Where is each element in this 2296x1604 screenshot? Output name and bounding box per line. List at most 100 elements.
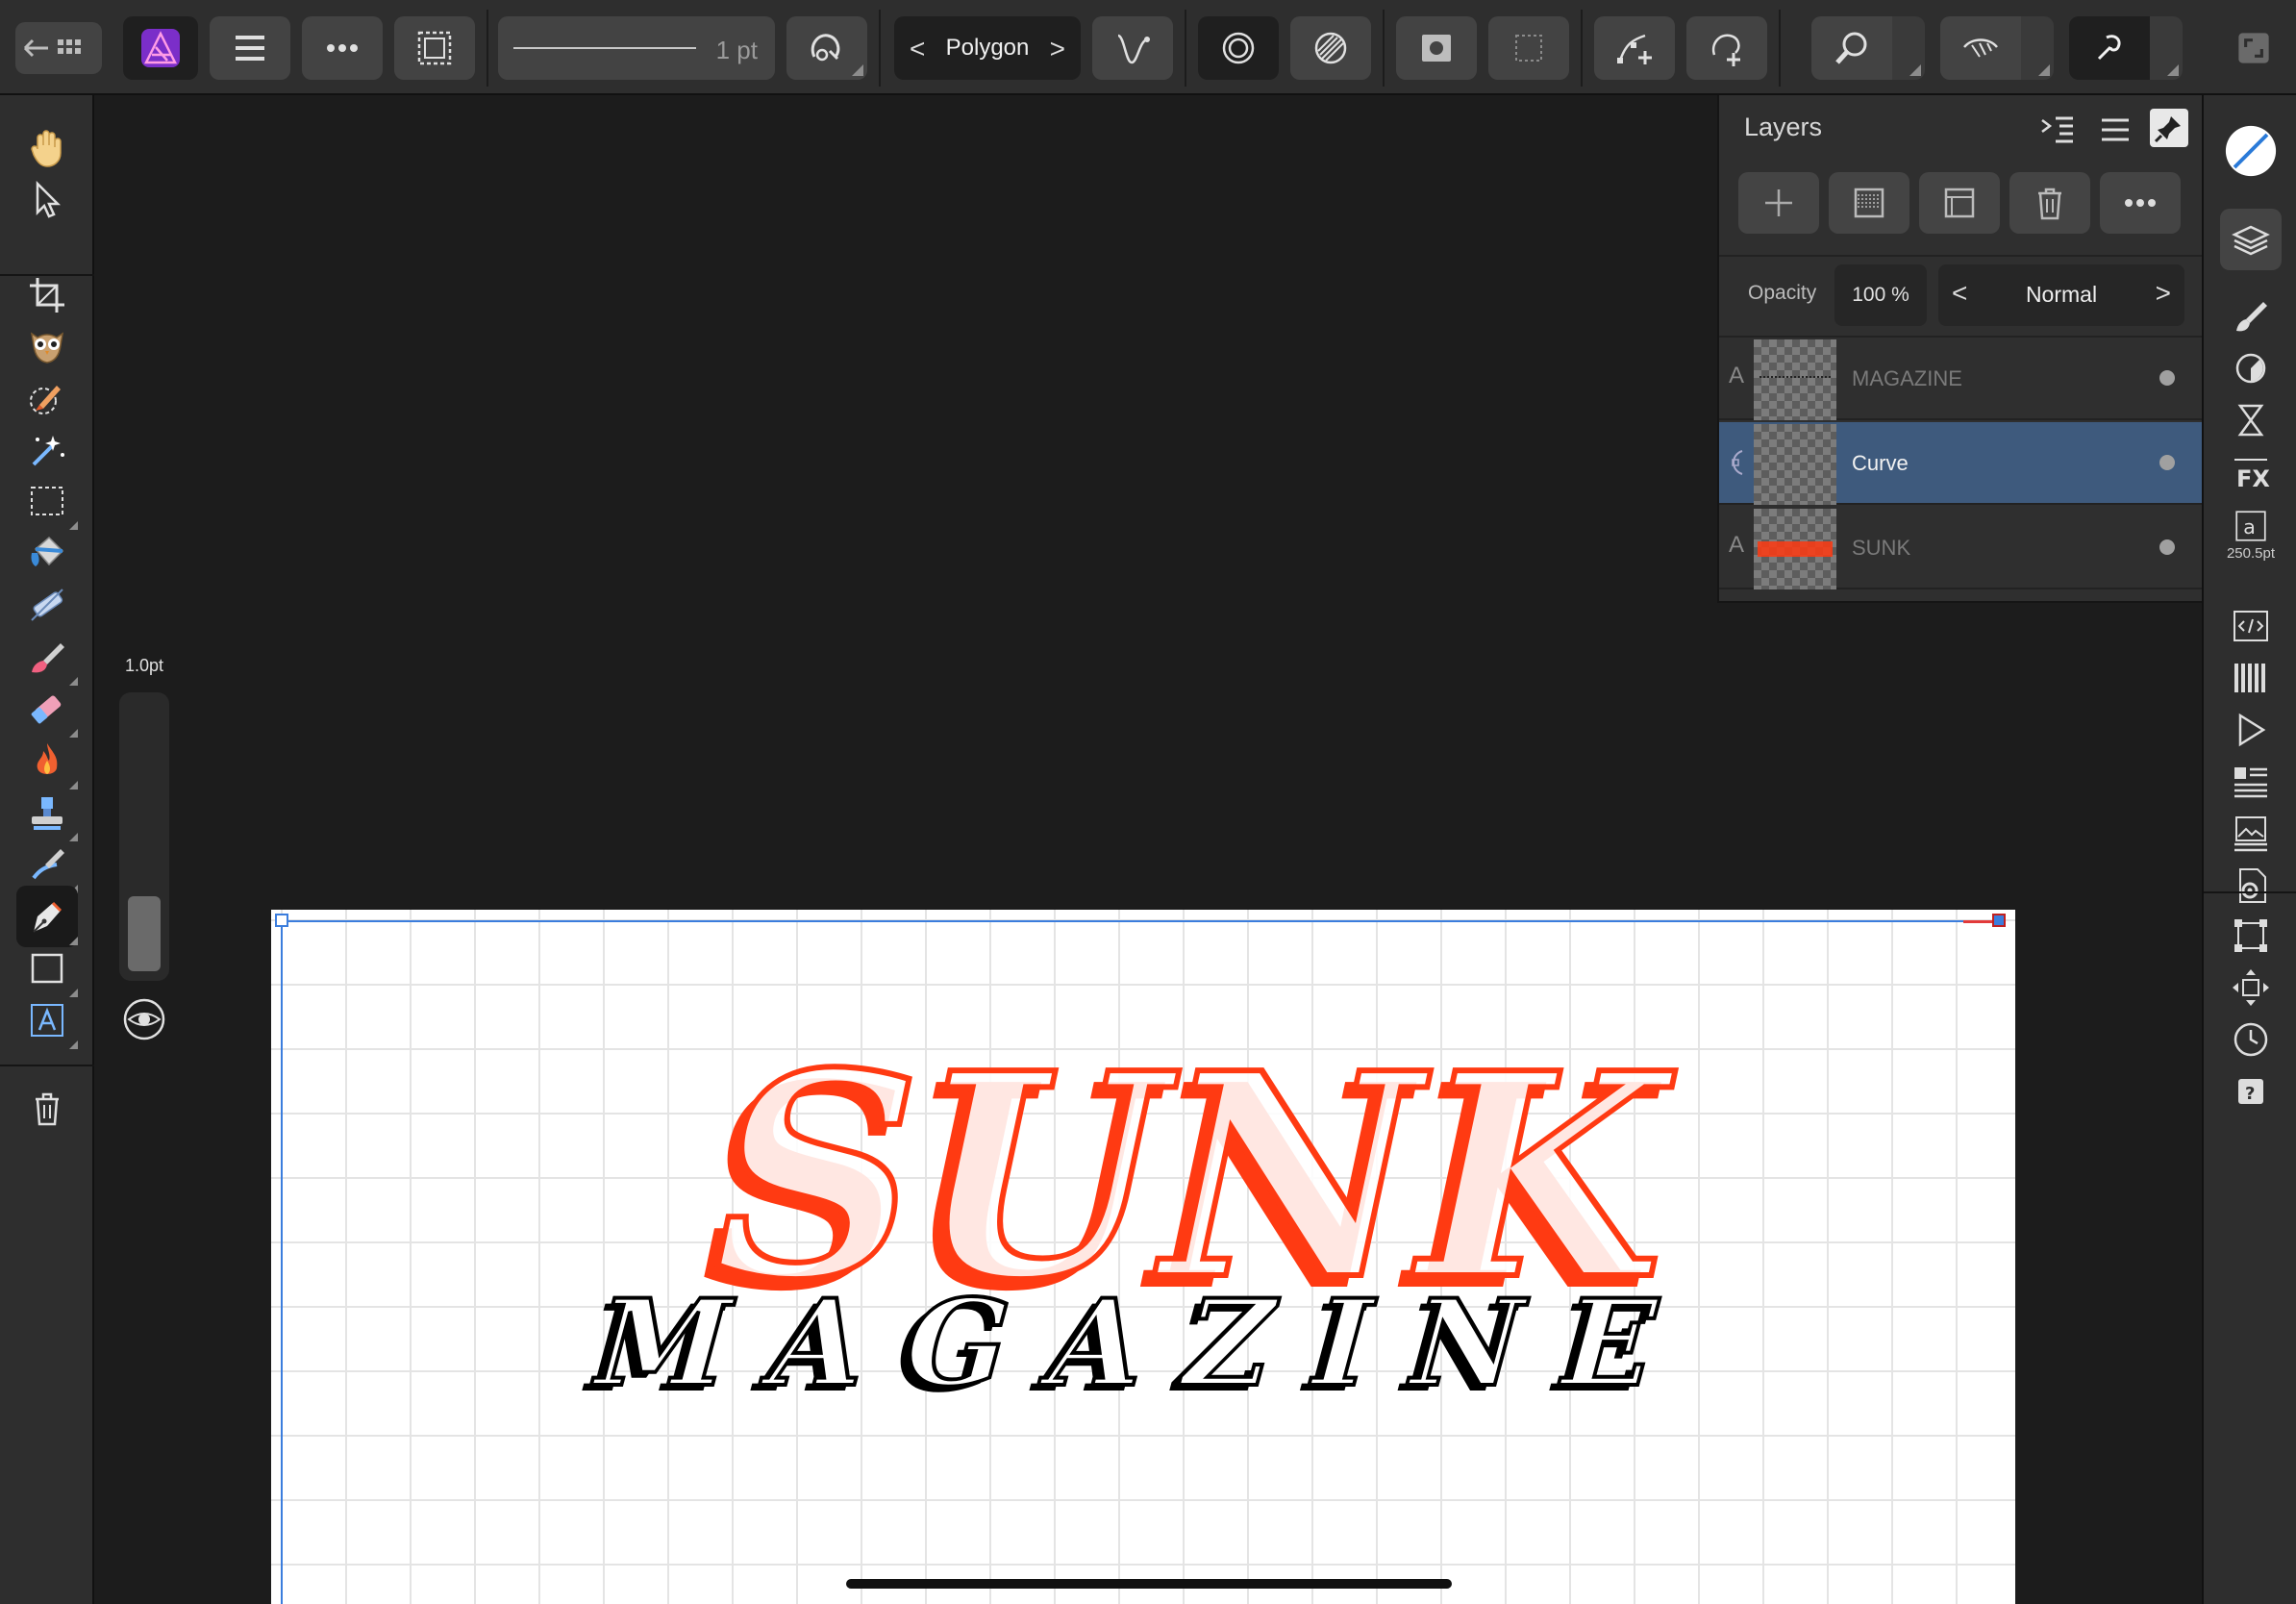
studio-panel-bar: FX a 250.5pt ? [2202,95,2296,1604]
layer-thumbnail [1754,424,1836,505]
group-icon [1944,188,1975,218]
shape-next-chevron-icon[interactable]: > [1050,34,1065,64]
delete-layer-button[interactable] [2009,172,2090,234]
pen-nib-icon [33,901,62,933]
persona-photo-button[interactable] [123,16,198,80]
add-shape-node-button[interactable] [1686,16,1767,80]
circle-ring-icon [1222,32,1255,64]
group-layers-button[interactable] [1919,172,2000,234]
ellipsis-icon [2125,199,2156,207]
layer-row-magazine[interactable]: A MAGAZINE [1719,338,2204,420]
back-to-home-button[interactable] [15,22,102,74]
text-studio-button[interactable]: a 250.5pt [2220,493,2282,574]
svg-text:?: ? [2245,1084,2255,1104]
artwork-svg: SUNK SUNK MAGAZINE MAGAZINE [569,1009,1717,1418]
stroke-slider-thumb[interactable] [128,896,161,971]
document-gear-icon [2239,868,2266,903]
paint-brush-icon [32,643,64,673]
layer-row-curve[interactable]: Curve [1719,422,2204,505]
plus-icon [1765,189,1792,216]
visibility-toggle[interactable] [2159,370,2175,386]
selection-button[interactable] [394,16,475,80]
shape-prev-chevron-icon[interactable]: < [910,34,925,64]
trash-icon [2038,188,2061,220]
delete-button[interactable] [16,1078,78,1140]
color-swatch-button[interactable] [2220,120,2282,182]
hatched-circle-icon [1314,32,1347,64]
layer-name: MAGAZINE [1852,366,1962,390]
move-arrows-icon [2233,969,2269,1006]
blend-next-chevron-icon[interactable]: > [2156,278,2171,309]
layers-collapse-button[interactable] [2036,109,2079,151]
magnifier-icon [1835,32,1867,64]
pen-mode-button[interactable] [1092,16,1173,80]
list-panel-icon [2234,767,2267,798]
more-button[interactable] [302,16,383,80]
image-stack-icon [2234,816,2267,852]
home-indicator [846,1579,1452,1589]
text-tool[interactable] [16,990,78,1051]
subheadline-text: MAGAZINE [579,1273,1716,1413]
layer-more-button[interactable] [2100,172,2181,234]
zoom-options-button[interactable] [1892,16,1925,80]
curve-mode-icon [1117,34,1150,64]
blend-mode-selector[interactable]: < Normal > [1938,264,2184,326]
stroke-width-value: 1 pt [715,36,758,64]
clock-icon [2234,1022,2268,1057]
help-button[interactable]: ? [2220,1061,2282,1122]
layers-studio-button[interactable] [2220,209,2282,270]
layer-thumbnail [1754,339,1836,420]
assistant-options-button[interactable] [2150,16,2183,80]
pin-panel-button[interactable] [2150,109,2188,147]
document-canvas[interactable]: SUNK SUNK MAGAZINE MAGAZINE [271,910,2015,1604]
svg-text:a: a [2243,514,2256,538]
opacity-field[interactable]: 100 % [1834,264,1927,326]
pin-icon [2154,116,2181,143]
layer-row-sunk[interactable]: A SUNK [1719,507,2204,589]
add-node-button[interactable] [1594,16,1675,80]
move-tool[interactable] [16,168,78,230]
svg-text:FX: FX [2236,465,2270,492]
snapping-button[interactable] [786,16,867,80]
shape-selector[interactable]: < Polygon > [894,16,1081,80]
text-layer-icon: A [1729,532,1745,558]
layer-thumbnail [1754,509,1836,589]
view-options-button[interactable] [2021,16,2054,80]
fullscreen-button[interactable] [2231,25,2277,71]
eye-lines-icon [1963,38,1998,58]
top-toolbar: 1 pt < Polygon > [0,0,2296,95]
fill-toggle-button[interactable] [1198,16,1279,80]
rectangle-marquee-icon [31,487,63,515]
add-pixel-layer-button[interactable] [1829,172,1909,234]
snapping-magnet-icon [811,34,840,62]
zoom-button[interactable] [1811,16,1892,80]
help-icon: ? [2238,1079,2263,1104]
shape-selector-label: Polygon [945,35,1030,61]
visibility-toggle[interactable] [2159,539,2175,555]
assistant-icon [2097,35,2121,61]
marquee-selection-icon [417,31,452,65]
stroke-width-field[interactable]: 1 pt [498,16,775,80]
empty-selection-button[interactable] [1488,16,1569,80]
add-layer-button[interactable] [1738,172,1819,234]
menu-button[interactable] [210,16,290,80]
flame-icon [37,743,58,774]
indent-list-icon [2041,116,2073,143]
stroke-slider-label: 1.0pt [124,656,164,675]
back-grid-icon [23,38,81,58]
mask-button[interactable] [1396,16,1477,80]
code-bracket-icon [2234,611,2268,641]
visibility-toggle[interactable] [2159,455,2175,470]
view-quality-button[interactable] [1940,16,2021,80]
assistant-button[interactable] [2069,16,2150,80]
stamp-icon [32,797,62,830]
fullscreen-toggle-icon [2238,33,2269,63]
pattern-fill-button[interactable] [1290,16,1371,80]
slider-eye-button[interactable] [121,996,167,1042]
fx-icon: FX [2234,459,2270,492]
text-frame-icon [31,1004,63,1037]
hand-icon [31,130,62,167]
layers-menu-button[interactable] [2094,109,2136,151]
dotted-square-icon [1515,35,1542,62]
layers-panel: Layers Opacity 100 % < Normal > A MAGAZI… [1717,95,2204,603]
